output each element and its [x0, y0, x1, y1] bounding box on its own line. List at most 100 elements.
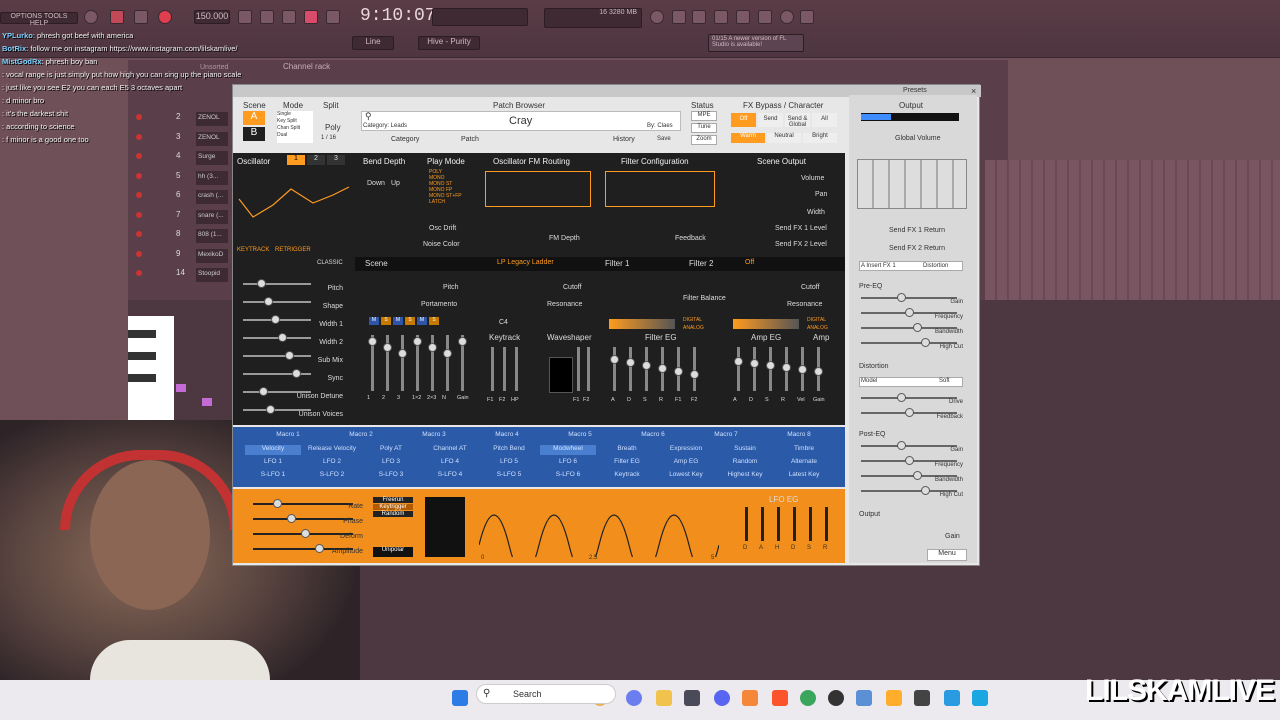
- lfo-shape-grid[interactable]: [425, 497, 465, 557]
- channel-led[interactable]: [136, 270, 142, 276]
- mod-source[interactable]: Release Velocity: [304, 445, 360, 455]
- fx-bypass-option[interactable]: Send & Global: [785, 113, 810, 128]
- mod-source[interactable]: Breath: [599, 445, 655, 455]
- filter-eg-knob[interactable]: [690, 370, 699, 379]
- keytrack-toggle[interactable]: KEYTRACK: [237, 247, 269, 253]
- mod-source[interactable]: Velocity: [245, 445, 301, 455]
- osc-param-slider[interactable]: [243, 283, 311, 285]
- obs-icon[interactable]: [828, 690, 844, 706]
- lfo-param-knob[interactable]: [315, 544, 324, 553]
- osc-param-knob[interactable]: [264, 297, 273, 306]
- black-key[interactable]: [128, 330, 156, 338]
- mixer-mute-solo[interactable]: S: [381, 317, 391, 325]
- lfo-param-knob[interactable]: [301, 529, 310, 538]
- mixer-mute-solo[interactable]: M: [417, 317, 427, 325]
- menu-button[interactable]: Menu: [927, 549, 967, 561]
- browser-icon[interactable]: [736, 10, 750, 24]
- channel-name[interactable]: 808 (1...: [196, 229, 228, 243]
- waveshaper-slider[interactable]: [587, 347, 590, 391]
- osc-param-knob[interactable]: [259, 387, 268, 396]
- osc-param-knob[interactable]: [266, 405, 275, 414]
- channel-led[interactable]: [136, 211, 142, 218]
- mixer-slider[interactable]: [401, 335, 404, 391]
- oscillator-tab[interactable]: 3: [327, 155, 345, 165]
- black-key[interactable]: [128, 374, 156, 382]
- countdown-icon[interactable]: [326, 10, 340, 24]
- channel-row[interactable]: 5 hh (3...: [130, 169, 230, 185]
- note-block[interactable]: [176, 384, 186, 392]
- mixer-knob[interactable]: [443, 349, 452, 358]
- osc-param-knob[interactable]: [271, 315, 280, 324]
- cut-icon[interactable]: [672, 10, 686, 24]
- insert-type[interactable]: Distortion: [923, 263, 948, 269]
- mixer-knob[interactable]: [413, 337, 422, 346]
- macro-slot[interactable]: Macro 3: [399, 431, 469, 441]
- macro-slot[interactable]: Macro 5: [545, 431, 615, 441]
- lfo-param-slider[interactable]: [253, 518, 353, 520]
- filter-eg-slider[interactable]: [629, 347, 632, 391]
- macro-slot[interactable]: Macro 1: [253, 431, 323, 441]
- store-icon[interactable]: [684, 690, 700, 706]
- update-notice[interactable]: 01/15 A newer version of FL Studio is av…: [708, 34, 804, 52]
- channel-name[interactable]: Stoopid: [196, 268, 228, 282]
- download-icon[interactable]: [800, 10, 814, 24]
- mod-source[interactable]: Filter EG: [599, 458, 655, 468]
- windows-start-icon[interactable]: [452, 690, 468, 706]
- undo-icon[interactable]: [650, 10, 664, 24]
- oscillator-mixer[interactable]: M S M S M S 1 2 3 1×2 2×3 N Gain: [361, 317, 473, 417]
- keytrack-slider[interactable]: [491, 347, 494, 391]
- channel-led[interactable]: [136, 231, 142, 237]
- status-button[interactable]: Zoom: [691, 135, 717, 145]
- mod-source[interactable]: Pitch Bend: [481, 445, 537, 455]
- filter-eg-analog[interactable]: ANALOG: [683, 325, 704, 331]
- amp-eg-slider[interactable]: [753, 347, 756, 391]
- post_eq_params-knob[interactable]: [921, 486, 930, 495]
- mod-source[interactable]: Random: [717, 458, 773, 468]
- mod-source[interactable]: Poly AT: [363, 445, 419, 455]
- lfo-eg-slider[interactable]: [825, 507, 828, 541]
- unipolar-toggle[interactable]: Unipolar: [373, 547, 413, 557]
- lfo-param-knob[interactable]: [273, 499, 282, 508]
- pre_eq_params-knob[interactable]: [921, 338, 930, 347]
- status-button[interactable]: Tune: [691, 123, 717, 133]
- mod-source[interactable]: LFO 6: [540, 458, 596, 468]
- mod-source[interactable]: LFO 5: [481, 458, 537, 468]
- filter-eg-digital[interactable]: DIGITAL: [683, 317, 702, 323]
- lfo-trigger-option[interactable]: Random: [373, 511, 413, 517]
- lfo-param-slider[interactable]: [253, 503, 353, 505]
- scene-mode-option[interactable]: Key Split: [277, 118, 313, 125]
- mod-source[interactable]: Channel AT: [422, 445, 478, 455]
- mod-source[interactable]: LFO 4: [422, 458, 478, 468]
- lfo-eg-slider[interactable]: [809, 507, 812, 541]
- osc-param-slider[interactable]: [243, 337, 311, 339]
- mod-source[interactable]: LFO 1: [245, 458, 301, 468]
- step-grid[interactable]: [985, 160, 1280, 300]
- status-buttons[interactable]: MPE Tune Zoom: [691, 111, 717, 147]
- mod-source[interactable]: Timbre: [776, 445, 832, 455]
- character-option[interactable]: Neutral: [767, 133, 801, 143]
- dist_params-slider[interactable]: [861, 397, 957, 399]
- amp-eg-knob[interactable]: [734, 357, 743, 366]
- post_eq_params-knob[interactable]: [897, 441, 906, 450]
- oscillator-tab[interactable]: 1: [287, 155, 305, 165]
- fx-bypass-buttons[interactable]: Off Send Send & Global All: [731, 113, 841, 128]
- discord-icon[interactable]: [714, 690, 730, 706]
- filter-eg-slider[interactable]: [613, 347, 616, 391]
- patch-button[interactable]: Patch: [461, 136, 479, 143]
- lfo-eg-slider[interactable]: [777, 507, 780, 541]
- mixer-knob[interactable]: [428, 343, 437, 352]
- oscillator-selector[interactable]: 123: [287, 155, 351, 167]
- post_eq_params-knob[interactable]: [913, 471, 922, 480]
- filter-eg-knob[interactable]: [642, 361, 651, 370]
- filter-eg-knob[interactable]: [610, 355, 619, 364]
- pre_eq_params-slider[interactable]: [861, 297, 957, 299]
- scene-mode-option[interactable]: Chan Split: [277, 125, 313, 132]
- macro-slot[interactable]: Macro 7: [691, 431, 761, 441]
- scene-mode-option[interactable]: Single: [277, 111, 313, 118]
- app-icon[interactable]: [856, 690, 872, 706]
- mod-source[interactable]: S-LFO 4: [422, 471, 478, 481]
- fx-bypass-option[interactable]: Send: [758, 113, 783, 127]
- waveshaper-slider[interactable]: [577, 347, 580, 391]
- app-icon[interactable]: [886, 690, 902, 706]
- mod-source[interactable]: S-LFO 1: [245, 471, 301, 481]
